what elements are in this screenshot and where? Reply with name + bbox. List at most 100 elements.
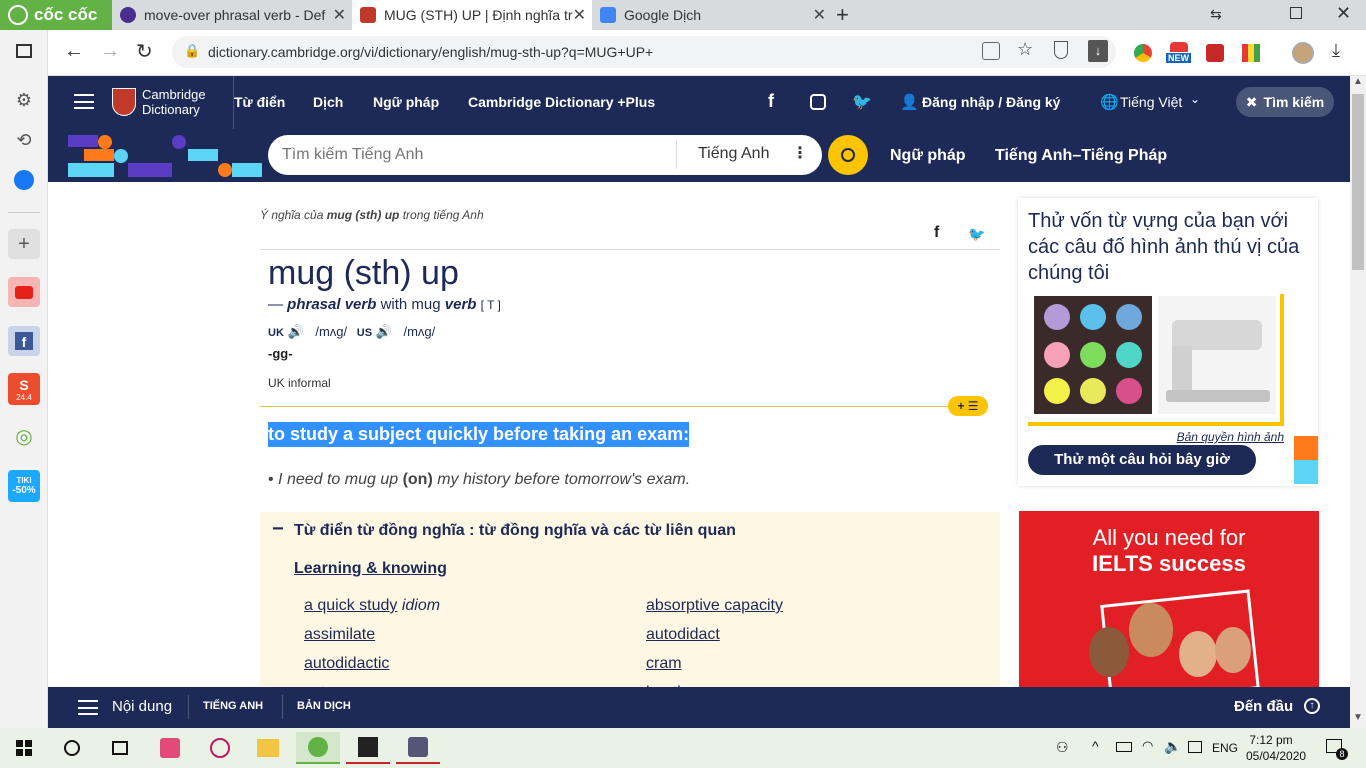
download-page-icon[interactable]: ↓ [1088, 40, 1108, 62]
tab-english[interactable]: TIẾNG ANH [203, 700, 263, 712]
nav-translate[interactable]: Dịch [313, 94, 343, 110]
collapse-icon[interactable]: − [272, 518, 284, 541]
tiki-icon[interactable]: TIKI -50% [8, 470, 40, 502]
extension-grid-icon[interactable] [1242, 44, 1260, 62]
search-submit-button[interactable] [828, 135, 868, 175]
subnav-grammar[interactable]: Ngữ pháp [890, 147, 966, 165]
language-selector[interactable]: Tiếng Việt [1120, 94, 1182, 110]
tray-chevron-icon[interactable]: ^ [1092, 738, 1099, 754]
display-icon[interactable] [1188, 741, 1202, 753]
page-scrollbar[interactable]: ▲ ▼ [1350, 76, 1366, 728]
browser-toolbar: ← → ↻ 🔒 dictionary.cambridge.org/vi/dict… [0, 30, 1366, 76]
shield-icon[interactable] [1054, 41, 1068, 59]
extension-red-icon[interactable] [1206, 44, 1224, 62]
clock-date: 05/04/2020 [1246, 749, 1307, 763]
cambridge-logo[interactable]: Cambridge Dictionary [112, 87, 208, 119]
forward-icon[interactable]: → [100, 40, 120, 63]
people-icon[interactable]: ⚇ [1056, 739, 1069, 756]
search-toggle-button[interactable]: ✖ Tìm kiếm [1236, 87, 1334, 117]
file-explorer-icon[interactable] [246, 732, 290, 764]
login-link[interactable]: Đăng nhập / Đăng ký [922, 94, 1060, 110]
thesaurus-title[interactable]: Từ điển từ đồng nghĩa : từ đồng nghĩa và… [294, 522, 736, 540]
translate-page-icon[interactable] [982, 42, 1000, 60]
windows-start-icon[interactable] [2, 732, 46, 764]
youtube-icon[interactable] [8, 277, 40, 307]
facebook-icon[interactable]: f [768, 91, 774, 112]
app-pinned-icon[interactable] [148, 732, 192, 764]
downloads-icon[interactable]: ⤓ [1332, 40, 1340, 61]
tab-move-over[interactable]: move-over phrasal verb - Def ✕ [112, 0, 352, 30]
instagram-icon[interactable] [810, 94, 826, 110]
search-input[interactable] [282, 143, 662, 167]
close-icon: ✖ [1245, 93, 1258, 110]
sidebar-toggle-icon[interactable] [8, 36, 40, 66]
nav-plus[interactable]: Cambridge Dictionary +Plus [468, 94, 655, 110]
coccoc-green-icon[interactable]: ◎ [8, 421, 40, 451]
contents-hamburger-icon[interactable] [78, 700, 98, 715]
reload-icon[interactable]: ↻ [136, 39, 153, 64]
search-strip: Tiếng Anh ⋮ Ngữ pháp Tiếng Anh–Tiếng Phá… [48, 129, 1350, 182]
tab-mug-up[interactable]: MUG (STH) UP | Định nghĩa tr ✕ [352, 0, 592, 30]
arrow-up-circle-icon[interactable]: ↑ [1304, 698, 1320, 714]
scroll-down-icon[interactable]: ▼ [1353, 712, 1363, 723]
more-options-icon[interactable]: ⋮ [792, 143, 808, 163]
subnav-english-french[interactable]: Tiếng Anh–Tiếng Pháp [995, 147, 1167, 165]
chevron-down-icon[interactable]: ⌄ [1190, 92, 1200, 106]
sense-divider [260, 406, 950, 407]
shopee-icon[interactable]: S 24.4 [8, 373, 40, 405]
clock[interactable]: 7:12 pm 05/04/2020 [1246, 732, 1307, 764]
search-language-select[interactable]: Tiếng Anh [698, 145, 769, 163]
address-bar[interactable]: 🔒 dictionary.cambridge.org/vi/dictionary… [172, 36, 1116, 68]
quiz-image-frame[interactable] [1028, 294, 1284, 426]
nav-dictionary[interactable]: Từ điển [234, 94, 285, 110]
share-twitter-icon[interactable]: 🐦 [968, 226, 985, 243]
nav-grammar[interactable]: Ngữ pháp [373, 94, 439, 110]
tab-google-translate[interactable]: Google Dịch ✕ [592, 0, 832, 30]
crest-icon [112, 88, 136, 116]
quiz-start-button[interactable]: Thử một câu hỏi bây giờ [1028, 445, 1256, 475]
window-close-icon[interactable]: ✕ [1336, 3, 1351, 24]
app-pinned-icon[interactable] [198, 732, 242, 764]
close-icon[interactable]: ✕ [333, 5, 346, 25]
battery-icon[interactable] [1116, 742, 1132, 752]
wifi-icon[interactable]: ◠ [1142, 738, 1153, 754]
tab-translation[interactable]: BẢN DỊCH [297, 700, 351, 712]
settings-gear-icon[interactable]: ⚙ [8, 85, 40, 115]
menu-hamburger-icon[interactable] [74, 94, 94, 109]
history-icon[interactable]: ⟲ [8, 125, 40, 155]
image-credit-link[interactable]: Bản quyền hình ảnh [1177, 430, 1284, 444]
restore-icon[interactable] [1290, 7, 1302, 19]
back-to-top-button[interactable]: Đến đầu [1234, 698, 1293, 715]
extension-new-icon[interactable]: NEW [1166, 42, 1192, 66]
close-icon[interactable]: ✕ [573, 5, 586, 25]
clock-time: 7:12 pm [1249, 733, 1293, 747]
coccoc-taskbar-icon[interactable] [296, 732, 340, 764]
contents-button[interactable]: Nội dung [112, 698, 172, 715]
cortana-search-icon[interactable] [50, 732, 94, 764]
app-pinned-icon[interactable] [396, 732, 440, 764]
minimize-icon[interactable]: ⇆ [1210, 6, 1222, 23]
scroll-thumb[interactable] [1352, 94, 1364, 270]
speaker-icon[interactable]: 🔊 [376, 324, 392, 339]
speaker-icon[interactable]: 🔊 [288, 324, 304, 339]
add-to-list-button[interactable]: + ☰ [948, 396, 988, 416]
input-language[interactable]: ENG [1212, 741, 1238, 755]
back-icon[interactable]: ← [64, 40, 84, 63]
notes-app-icon[interactable] [346, 732, 390, 764]
thesaurus-group-link[interactable]: Learning & knowing [294, 560, 447, 578]
new-tab-button[interactable]: + [836, 2, 849, 28]
bookmark-star-icon[interactable]: ☆ [1017, 39, 1033, 60]
close-icon[interactable]: ✕ [813, 5, 826, 25]
twitter-icon[interactable]: 🐦 [852, 92, 872, 112]
task-view-icon[interactable] [98, 732, 142, 764]
facebook-icon[interactable]: f [8, 326, 40, 356]
sewing-machine-image [1158, 296, 1276, 414]
scroll-up-icon[interactable]: ▲ [1353, 76, 1363, 87]
add-shortcut-icon[interactable]: + [8, 229, 40, 259]
profile-avatar[interactable] [1292, 42, 1314, 64]
extension-chrome-icon[interactable] [1134, 44, 1152, 62]
volume-icon[interactable]: 🔈 [1164, 738, 1181, 755]
share-facebook-icon[interactable]: f [934, 224, 939, 242]
browser-brand[interactable]: cốc cốc [0, 0, 112, 30]
messenger-icon[interactable] [8, 165, 40, 195]
